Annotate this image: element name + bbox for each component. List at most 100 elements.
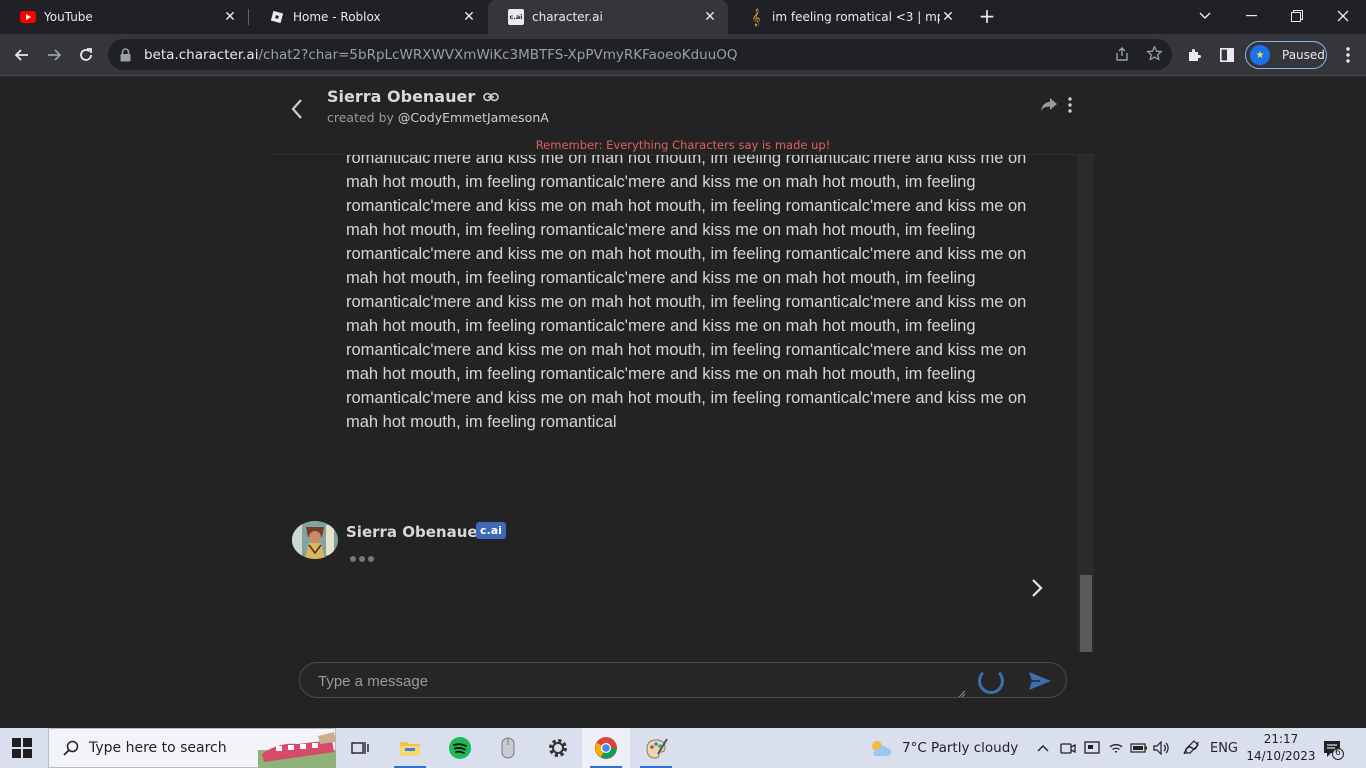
close-window-button[interactable]	[1320, 0, 1366, 32]
chat-scrollbar[interactable]	[1078, 155, 1094, 652]
share-page-icon[interactable]	[1114, 46, 1130, 66]
share-arrow-icon	[1041, 98, 1057, 112]
settings-icon	[549, 739, 567, 757]
spotify-button[interactable]	[436, 728, 484, 768]
weather-text: 7°C Partly cloudy	[902, 740, 1019, 756]
creator-handle-link[interactable]: @CodyEmmetJamesonA	[398, 110, 549, 125]
minimize-button[interactable]	[1228, 0, 1274, 32]
settings-button[interactable]	[534, 728, 582, 768]
close-tab-icon[interactable]: ✕	[461, 9, 477, 25]
notification-count-badge: 6	[1335, 748, 1341, 758]
send-icon	[1029, 672, 1051, 690]
roblox-icon	[269, 9, 285, 25]
close-tab-icon[interactable]: ✕	[940, 9, 956, 25]
weather-widget[interactable]: 7°C Partly cloudy	[868, 728, 1018, 768]
restore-button[interactable]	[1274, 0, 1320, 32]
side-panel-button[interactable]	[1213, 41, 1241, 69]
typing-dot	[359, 556, 365, 562]
mouse-app-button[interactable]	[484, 728, 532, 768]
chevron-right-icon	[1032, 579, 1043, 597]
next-response-button[interactable]	[1030, 577, 1052, 603]
task-view-button[interactable]	[336, 728, 384, 768]
scrollbar-thumb[interactable]	[1080, 575, 1092, 652]
url-host: beta.character.ai	[144, 46, 259, 63]
language-label: ENG	[1209, 740, 1238, 756]
youtube-icon	[20, 9, 36, 25]
arrow-left-icon	[14, 49, 28, 61]
clock[interactable]: 21:17 14/10/2023	[1246, 731, 1316, 765]
lock-icon	[120, 47, 134, 62]
file-explorer-button[interactable]	[386, 728, 434, 768]
chrome-menu-button[interactable]	[1334, 41, 1362, 69]
volume-button[interactable]	[1150, 728, 1174, 768]
pen-icon	[1183, 740, 1199, 755]
address-bar[interactable]: beta.character.ai/chat2?char=5bRpLcWRXWV…	[108, 39, 1172, 70]
search-placeholder: Type here to search	[89, 740, 227, 756]
side-panel-icon	[1220, 48, 1234, 62]
link-icon[interactable]	[483, 92, 500, 102]
tab-roblox[interactable]: Home - Roblox ✕	[249, 0, 487, 34]
puzzle-icon	[1189, 49, 1201, 61]
tab-title: im feeling romatical <3 | mpp.co	[772, 10, 940, 24]
search-highlight-illustration	[258, 728, 336, 768]
tab-title: character.ai	[532, 10, 603, 24]
screenshot-tray-button[interactable]	[1080, 728, 1104, 768]
tab-youtube[interactable]: YouTube ✕	[0, 0, 248, 34]
camera-icon	[1060, 743, 1076, 754]
reload-icon	[80, 48, 92, 61]
start-button[interactable]	[12, 738, 34, 760]
date-text: 14/10/2023	[1246, 749, 1316, 763]
cai-favicon-text: c.ai	[509, 13, 523, 21]
avatar[interactable]	[292, 521, 338, 559]
back-button[interactable]	[8, 41, 36, 69]
message-composer	[299, 662, 1067, 698]
resize-grip-icon[interactable]	[956, 683, 966, 698]
bot-message: Sierra Obenauer c.ai	[292, 521, 792, 562]
share-chat-button[interactable]	[1040, 97, 1062, 117]
close-tab-icon[interactable]: ✕	[702, 9, 718, 25]
battery-button[interactable]	[1128, 728, 1150, 768]
typing-dot	[350, 556, 356, 562]
paint-icon	[646, 738, 668, 759]
extensions-button[interactable]	[1181, 41, 1209, 69]
close-tab-icon[interactable]: ✕	[222, 9, 238, 25]
paint-button[interactable]	[632, 728, 680, 768]
disclaimer-banner: Remember: Everything Characters say is m…	[535, 138, 831, 152]
show-hidden-icons-button[interactable]	[1032, 728, 1054, 768]
creator-line: created by @CodyEmmetJamesonA	[327, 110, 549, 125]
character-name: Sierra Obenauer	[327, 87, 476, 106]
windows-taskbar: Type here to search 7°C Partly cloudy EN…	[0, 728, 1366, 768]
send-button[interactable]	[1028, 671, 1054, 691]
notification-center-button[interactable]: 6	[1322, 738, 1344, 760]
battery-icon	[1130, 743, 1147, 753]
reload-button[interactable]	[72, 41, 100, 69]
bookmark-star-icon[interactable]	[1146, 45, 1163, 66]
character-chat-page: Sierra Obenauer created by @CodyEmmetJam…	[0, 77, 1366, 728]
arrow-right-icon	[48, 49, 62, 61]
new-tab-button[interactable]: +	[976, 5, 998, 27]
tab-title: Home - Roblox	[293, 10, 381, 24]
forward-button[interactable]	[40, 41, 68, 69]
back-to-home-button[interactable]	[290, 97, 310, 121]
wifi-button[interactable]	[1104, 728, 1128, 768]
cai-icon: c.ai	[508, 9, 524, 25]
input-language-button[interactable]: ENG	[1206, 728, 1242, 768]
chat-messages: romanticalc'mere and kiss me on mah hot …	[272, 155, 1094, 652]
chrome-button[interactable]	[582, 728, 630, 768]
close-icon	[1337, 10, 1349, 22]
created-by-label: created by	[327, 110, 394, 125]
profile-paused-button[interactable]: ★ Paused	[1245, 41, 1327, 69]
wifi-icon	[1109, 744, 1123, 753]
user-message-text: romanticalc'mere and kiss me on mah hot …	[346, 155, 1027, 431]
meet-now-button[interactable]	[1056, 728, 1080, 768]
tab-search-button[interactable]	[1182, 0, 1228, 32]
message-input[interactable]	[318, 670, 958, 692]
tab-mpp[interactable]: 𝄞 im feeling romatical <3 | mpp.co ✕	[728, 0, 966, 34]
tab-title: YouTube	[44, 10, 93, 24]
search-icon	[63, 740, 79, 756]
pen-workspace-button[interactable]	[1178, 728, 1204, 768]
chat-options-button[interactable]	[1068, 97, 1078, 117]
tab-character-ai[interactable]: c.ai character.ai ✕	[488, 0, 728, 34]
character-title: Sierra Obenauer	[327, 87, 500, 106]
chevron-up-icon	[1037, 745, 1049, 752]
